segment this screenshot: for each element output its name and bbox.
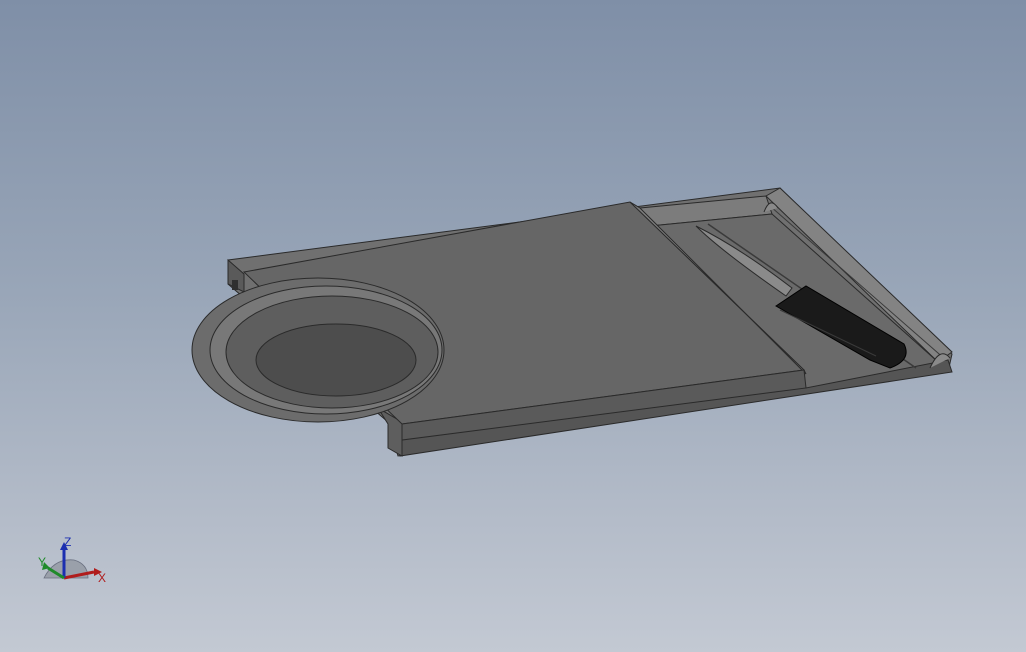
cad-viewport[interactable]: X Y Z: [0, 0, 1026, 652]
x-axis-label: X: [98, 571, 106, 585]
y-axis-label: Y: [38, 555, 46, 569]
cutting-board-model[interactable]: [0, 0, 1026, 652]
orientation-triad[interactable]: X Y Z: [30, 532, 110, 596]
bowl: [191, 277, 445, 423]
z-axis-label: Z: [64, 535, 71, 549]
